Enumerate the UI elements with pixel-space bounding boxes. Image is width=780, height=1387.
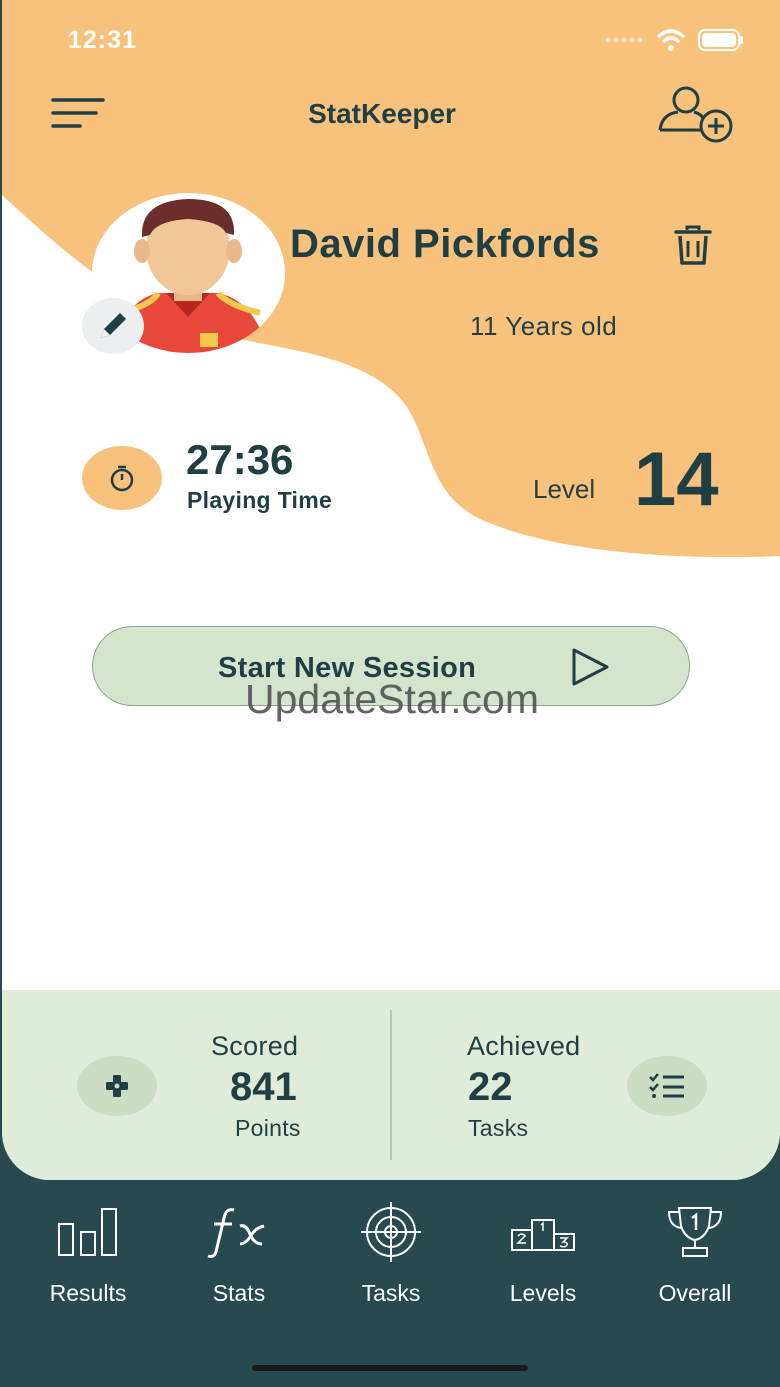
stats-panel: Scored 841 Points Achieved 22 Tasks <box>2 990 780 1180</box>
trophy-icon <box>667 1207 723 1257</box>
delete-player-button[interactable] <box>672 224 714 268</box>
stopwatch-icon <box>110 465 134 492</box>
start-session-button[interactable]: Start New Session <box>92 626 690 706</box>
pencil-icon <box>101 313 126 338</box>
app-screen: 12:31 StatKeeper David Pickfords 11 Year… <box>0 0 780 1387</box>
level-label: Level <box>533 474 596 504</box>
player-name: David Pickfords <box>290 222 600 266</box>
add-player-button[interactable] <box>654 84 738 144</box>
target-icon <box>361 1202 421 1262</box>
level-value: 14 <box>634 437 719 522</box>
bar-chart-icon <box>58 1208 117 1256</box>
timer-badge <box>82 446 162 510</box>
function-icon <box>207 1208 265 1258</box>
wifi-icon <box>656 29 686 51</box>
battery-icon <box>698 29 743 51</box>
tab-tasks-label: Tasks <box>361 1280 421 1306</box>
checklist-badge <box>627 1056 707 1116</box>
achieved-value: 22 <box>468 1065 513 1109</box>
achieved-unit: Tasks <box>468 1115 529 1141</box>
home-indicator[interactable] <box>252 1365 528 1371</box>
scored-heading: Scored <box>211 1031 299 1061</box>
gamepad-badge <box>77 1056 157 1116</box>
tab-levels[interactable]: Levels <box>468 1196 618 1316</box>
tab-results-label: Results <box>49 1280 127 1306</box>
add-user-icon <box>658 86 733 143</box>
tab-tasks[interactable]: Tasks <box>316 1196 466 1316</box>
scored-value: 841 <box>230 1065 297 1109</box>
playing-time-value: 27:36 <box>186 436 294 483</box>
scored-unit: Points <box>235 1115 301 1141</box>
tab-stats-label: Stats <box>212 1280 266 1306</box>
player-age: 11 Years old <box>470 311 618 341</box>
achieved-heading: Achieved <box>467 1031 581 1061</box>
tab-results[interactable]: Results <box>13 1196 163 1316</box>
tab-overall[interactable]: Overall <box>620 1196 770 1316</box>
play-icon <box>572 648 609 686</box>
playing-time-label: Playing Time <box>187 487 333 513</box>
tab-overall-label: Overall <box>658 1280 732 1306</box>
status-time: 12:31 <box>68 26 137 54</box>
bottom-tab-bar: Results Stats Tasks Levels Overall <box>0 1196 780 1326</box>
main-screen: 12:31 StatKeeper David Pickfords 11 Year… <box>2 0 780 1180</box>
tab-stats[interactable]: Stats <box>164 1196 314 1316</box>
gamepad-icon <box>106 1075 128 1097</box>
status-icons <box>604 28 744 52</box>
podium-icon <box>511 1219 575 1251</box>
tab-levels-label: Levels <box>509 1280 577 1306</box>
edit-avatar-button[interactable] <box>82 298 144 354</box>
signal-icon <box>605 37 643 43</box>
start-session-label: Start New Session <box>218 652 477 684</box>
stats-divider <box>390 1010 392 1160</box>
checklist-icon <box>649 1073 684 1098</box>
trash-icon <box>674 225 712 265</box>
app-title: StatKeeper <box>308 98 456 129</box>
